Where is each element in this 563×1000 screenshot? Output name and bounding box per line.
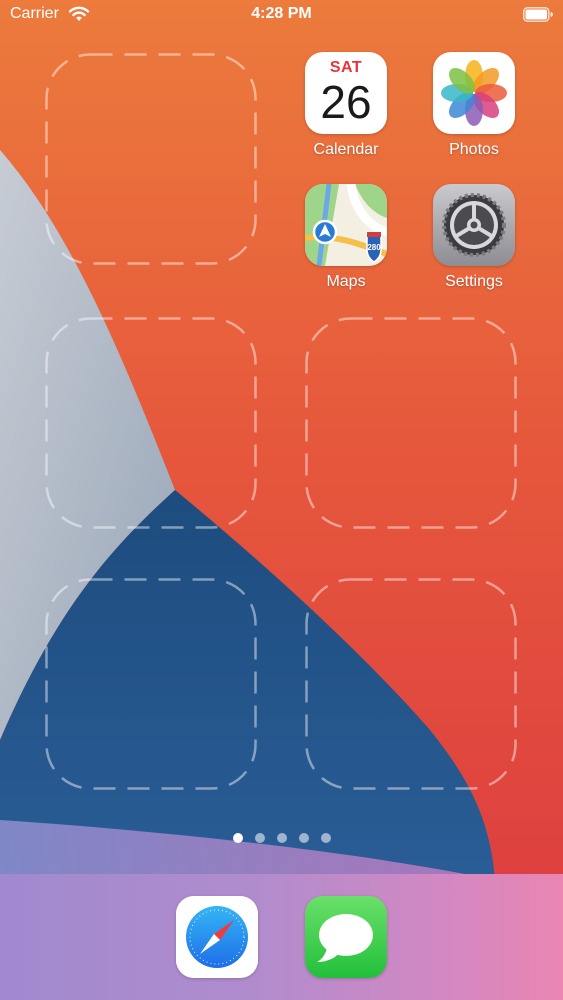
home-screen: Carrier 4:28 PM SAT 26 Calendar Photos 2… — [0, 0, 563, 1000]
widget-placeholder[interactable] — [45, 578, 257, 790]
app-calendar[interactable]: SAT 26 Calendar — [296, 52, 396, 159]
battery-icon — [523, 7, 553, 22]
app-label: Settings — [445, 273, 503, 290]
messages-icon[interactable] — [305, 896, 387, 978]
app-photos[interactable]: Photos — [424, 52, 524, 159]
photos-icon[interactable] — [433, 52, 515, 134]
app-maps[interactable]: 280 Maps — [296, 184, 396, 291]
page-dot[interactable] — [298, 833, 309, 843]
app-label: Maps — [326, 273, 366, 290]
app-messages[interactable] — [296, 896, 396, 978]
page-dot[interactable] — [320, 833, 331, 843]
page-dot[interactable] — [254, 833, 265, 843]
app-label: Calendar — [313, 141, 379, 158]
settings-icon[interactable] — [433, 184, 515, 266]
page-dot[interactable] — [232, 833, 243, 843]
app-label: Photos — [449, 141, 499, 158]
safari-icon[interactable] — [176, 896, 258, 978]
page-indicator[interactable] — [0, 833, 563, 843]
widget-placeholder[interactable] — [45, 317, 257, 529]
app-settings[interactable]: Settings — [424, 184, 524, 291]
status-time: 4:28 PM — [251, 5, 312, 22]
calendar-date: 26 — [320, 76, 372, 128]
page-dot[interactable] — [276, 833, 287, 843]
maps-icon[interactable]: 280 — [305, 184, 387, 266]
widget-placeholder[interactable] — [305, 578, 517, 790]
widget-placeholder[interactable] — [45, 53, 257, 265]
app-safari[interactable] — [167, 896, 267, 978]
dock — [0, 874, 563, 1000]
calendar-icon[interactable]: SAT 26 — [305, 52, 387, 134]
highway-number: 280 — [367, 243, 381, 252]
widget-placeholder[interactable] — [305, 317, 517, 529]
status-bar: Carrier 4:28 PM — [0, 0, 563, 30]
